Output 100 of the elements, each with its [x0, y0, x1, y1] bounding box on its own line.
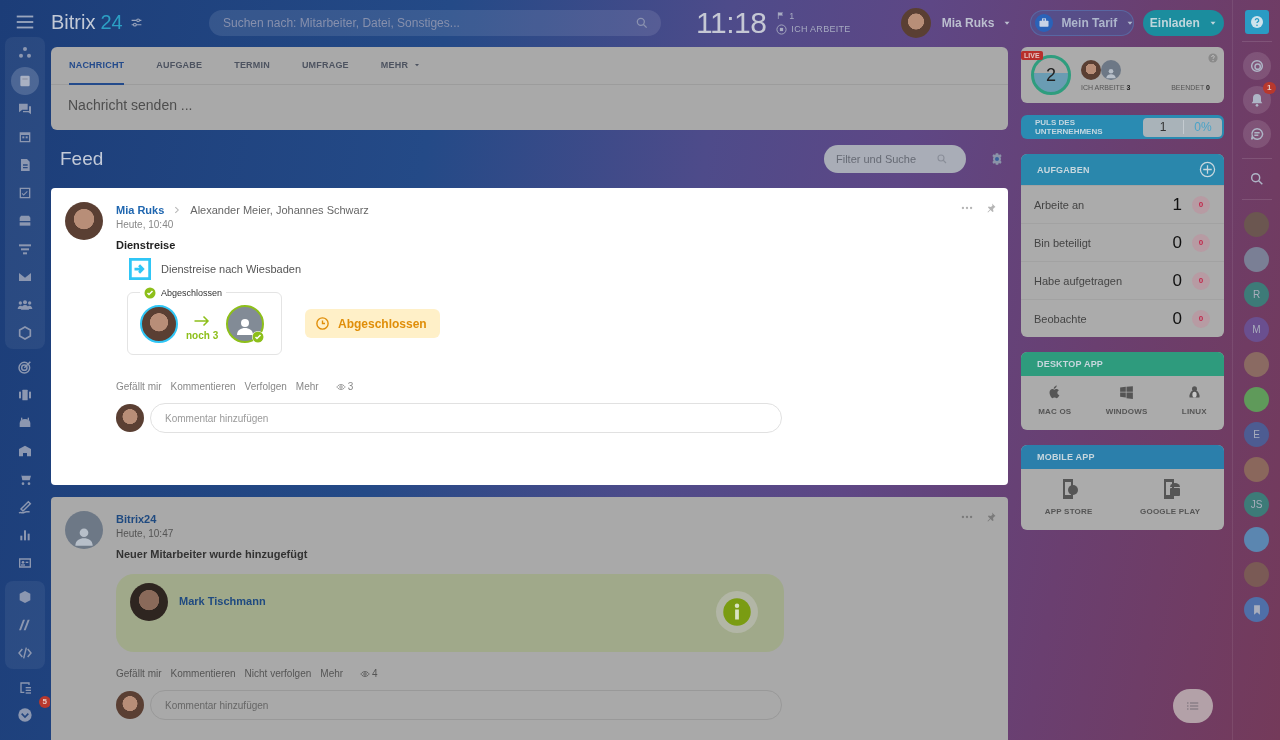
- settings-icon[interactable]: [990, 152, 1004, 166]
- composer-tab[interactable]: NACHRICHT: [69, 47, 125, 85]
- search-input[interactable]: Suchen nach: Mitarbeiter, Datei, Sonstiges...: [223, 15, 635, 30]
- contact-avatar[interactable]: [1244, 352, 1269, 377]
- action-link[interactable]: Gefällt mir: [116, 668, 162, 679]
- briefcase-icon: [1035, 13, 1054, 32]
- house-icon: [17, 443, 33, 459]
- sidebar-item-selected[interactable]: [11, 67, 39, 95]
- checkbox-icon: [17, 185, 33, 201]
- action-link[interactable]: Kommentieren: [170, 381, 236, 392]
- search-icon: [635, 15, 649, 30]
- sliders-icon[interactable]: [129, 16, 143, 29]
- cube-icon: [17, 589, 33, 605]
- author-link[interactable]: Mia Ruks: [116, 204, 165, 216]
- code-icon: [17, 645, 33, 661]
- message-input[interactable]: Nachricht senden ...: [68, 97, 968, 113]
- post-time[interactable]: Heute, 10:40: [116, 219, 994, 230]
- logo-text: Bitrix: [51, 11, 96, 34]
- composer-tab[interactable]: MEHR: [380, 47, 422, 85]
- download-link[interactable]: APP STORE: [1044, 477, 1093, 516]
- plan-button[interactable]: Mein Tarif: [1030, 9, 1135, 36]
- pulse-title: PULS DES UNTERNEHMENS: [1035, 118, 1104, 136]
- composer-tab[interactable]: AUFGABE: [156, 47, 203, 85]
- widget-title: DESKTOP APP: [1037, 359, 1104, 369]
- contact-initials[interactable]: JS: [1244, 492, 1269, 517]
- filter-input[interactable]: Filter und Suche: [836, 153, 936, 165]
- download-link[interactable]: LINUX: [1181, 384, 1207, 416]
- chevron-down-icon: [17, 707, 33, 723]
- user-avatar: [116, 691, 144, 719]
- workflow-name[interactable]: Dienstreise nach Wiesbaden: [161, 263, 302, 275]
- search-icon[interactable]: [1248, 171, 1265, 187]
- contact-avatar[interactable]: [1244, 247, 1269, 272]
- contact-avatar[interactable]: [1244, 387, 1269, 412]
- action-link[interactable]: Gefällt mir: [116, 381, 162, 392]
- contact-initials[interactable]: M: [1244, 317, 1269, 342]
- system-avatar[interactable]: [65, 511, 103, 549]
- pulse-percent: 0%: [1193, 120, 1213, 134]
- action-link[interactable]: Mehr: [320, 668, 344, 679]
- comment-field[interactable]: Kommentar hinzufügen: [150, 690, 782, 720]
- search-field[interactable]: Suchen nach: Mitarbeiter, Datei, Sonstiges...: [209, 9, 661, 36]
- download-link[interactable]: MAC OS: [1038, 384, 1072, 416]
- view-count: 4: [372, 668, 378, 679]
- contact-initials[interactable]: R: [1244, 282, 1269, 307]
- task-label: Arbeite an: [1034, 198, 1086, 211]
- ring-icon: [1248, 58, 1265, 74]
- activity-button[interactable]: [1242, 52, 1271, 80]
- pin-icon[interactable]: [985, 202, 997, 214]
- action-link[interactable]: Verfolgen: [244, 381, 287, 392]
- help-button[interactable]: [1244, 10, 1269, 34]
- user-avatar: [116, 404, 144, 432]
- contact-avatar[interactable]: [1244, 457, 1269, 482]
- status-button[interactable]: Abgeschlossen: [305, 309, 440, 338]
- action-link[interactable]: Kommentieren: [170, 668, 236, 679]
- contact-avatar[interactable]: [1244, 527, 1269, 552]
- messenger-button[interactable]: [1242, 120, 1271, 148]
- eye-icon: [360, 668, 371, 679]
- recipients[interactable]: Alexander Meier, Johannes Schwarz: [190, 204, 369, 216]
- invite-button[interactable]: Einladen: [1143, 9, 1225, 36]
- person-avatar[interactable]: [226, 304, 265, 343]
- task-row[interactable]: Bin beteiligt 0 0: [1021, 223, 1224, 261]
- composer-tab[interactable]: UMFRAGE: [301, 47, 349, 85]
- author-link[interactable]: Bitrix24: [116, 513, 157, 525]
- user-name[interactable]: Mia Ruks: [941, 15, 995, 30]
- author-avatar[interactable]: [65, 202, 103, 240]
- user-avatar[interactable]: [1081, 59, 1101, 80]
- participant-avatar[interactable]: [140, 304, 178, 343]
- counter-badge: 0: [1192, 233, 1210, 252]
- arrow-right-icon: [129, 258, 151, 280]
- employee-avatar[interactable]: [130, 583, 168, 621]
- post-title: Dienstreise: [116, 239, 177, 251]
- employee-name[interactable]: Mark Tischmann: [179, 595, 266, 607]
- composer-tab[interactable]: TERMIN: [234, 47, 270, 85]
- chat-icon: [17, 101, 33, 117]
- task-row[interactable]: Beobachte 0 0: [1021, 299, 1224, 337]
- widget-title: MOBILE APP: [1037, 452, 1095, 462]
- flag-icon: [776, 11, 786, 20]
- work-status[interactable]: ICH ARBEITE: [791, 24, 851, 34]
- bookmark-button[interactable]: [1244, 597, 1269, 622]
- pulse-value: 1: [1143, 120, 1184, 134]
- action-link[interactable]: Nicht verfolgen: [244, 668, 312, 679]
- action-link[interactable]: Mehr: [295, 381, 319, 392]
- hexagon-icon: [17, 325, 33, 341]
- filter-field[interactable]: Filter und Suche: [824, 145, 966, 173]
- download-link[interactable]: GOOGLE PLAY: [1140, 477, 1201, 516]
- remaining-count: noch 3: [186, 330, 219, 341]
- chat-icon: [1248, 126, 1265, 142]
- post-time[interactable]: Heute, 10:47: [116, 528, 994, 539]
- task-row[interactable]: Habe aufgetragen 0 0: [1021, 261, 1224, 299]
- person-avatar[interactable]: [1101, 59, 1121, 80]
- task-count: 0: [1172, 308, 1182, 329]
- notifications-button[interactable]: [1242, 86, 1271, 114]
- pulse-bar[interactable]: PULS DES UNTERNEHMENS 1 0%: [1021, 115, 1224, 139]
- contact-initials[interactable]: E: [1244, 422, 1269, 447]
- widget-title: AUFGABEN: [1037, 164, 1090, 175]
- task-row[interactable]: Arbeite an 1 0: [1021, 185, 1224, 223]
- list-button[interactable]: [1173, 689, 1213, 723]
- user-avatar[interactable]: [900, 7, 931, 38]
- pin-icon[interactable]: [985, 511, 997, 523]
- add-icon[interactable]: [1199, 161, 1216, 178]
- download-link[interactable]: WINDOWS: [1105, 384, 1148, 416]
